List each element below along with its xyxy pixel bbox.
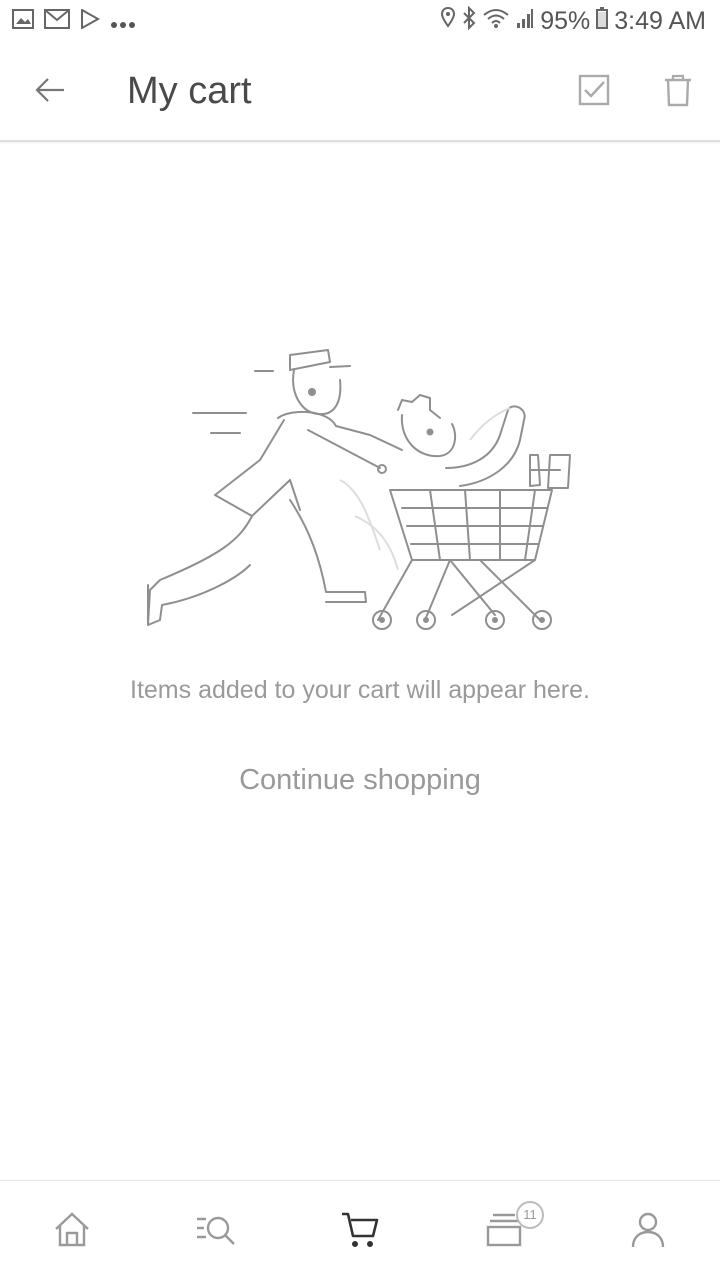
continue-shopping-button[interactable]: Continue shopping (200, 752, 520, 808)
page-title: My cart (127, 70, 252, 112)
delete-button[interactable] (654, 68, 702, 116)
account-icon (628, 1209, 668, 1254)
nav-item-account[interactable] (576, 1181, 720, 1280)
cart-screen: 95% 3:49 AM My cart Items added to your … (0, 0, 720, 1280)
empty-cart-message: Items added to your cart will appear her… (130, 676, 590, 704)
nav-item-orders[interactable]: 11 (432, 1181, 576, 1280)
nav-item-home[interactable] (0, 1181, 144, 1280)
wifi-icon (482, 7, 510, 36)
battery-icon (596, 7, 609, 36)
checkbox-icon (577, 73, 611, 112)
location-icon (440, 6, 456, 37)
status-bar: 95% 3:49 AM (0, 0, 720, 44)
cart-icon (339, 1208, 381, 1255)
status-left-icons (12, 8, 136, 36)
gallery-icon (12, 8, 34, 36)
trash-icon (663, 73, 693, 112)
select-all-button[interactable] (570, 68, 618, 116)
clock: 3:49 AM (614, 7, 706, 35)
signal-icon (516, 7, 534, 36)
bluetooth-icon (462, 5, 476, 37)
play-store-icon (80, 8, 101, 36)
bottom-navigation: 11 (0, 1180, 720, 1280)
email-icon (44, 8, 70, 36)
person-pushing-shopping-cart-icon (140, 340, 580, 640)
more-dots-icon (110, 8, 136, 36)
status-right-icons: 95% 3:49 AM (440, 5, 706, 37)
orders-badge: 11 (516, 1201, 544, 1229)
home-icon (52, 1209, 92, 1254)
category-search-icon (194, 1209, 238, 1254)
battery-percent: 95% (540, 7, 591, 35)
nav-item-cart[interactable] (288, 1181, 432, 1280)
back-button[interactable] (26, 68, 74, 116)
app-bar: My cart (0, 44, 720, 142)
nav-item-categories[interactable] (144, 1181, 288, 1280)
arrow-left-icon (34, 76, 66, 109)
